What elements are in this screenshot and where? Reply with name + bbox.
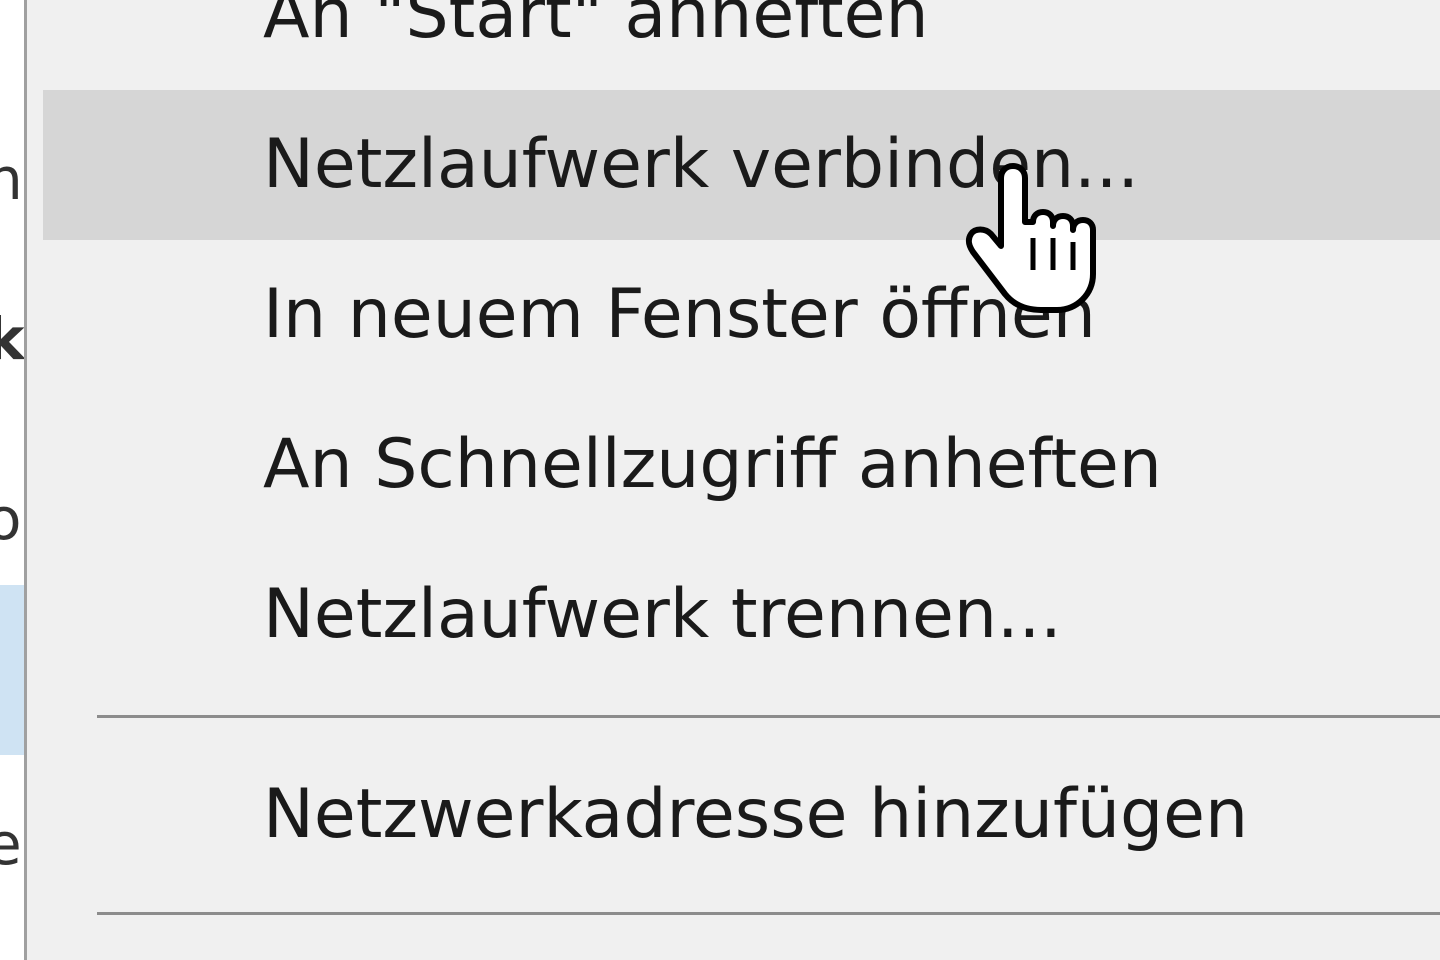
menu-separator [97, 912, 1440, 915]
background-window: ı n k o l e [0, 0, 24, 960]
menu-item-pin-to-quick-access[interactable]: An Schnellzugriff anheften [43, 390, 1440, 540]
screen: ı n k o l e An "Start" anheften Netzlauf… [0, 0, 1440, 960]
background-text-fragment: l [0, 650, 2, 708]
background-text-fragment: n [0, 145, 23, 213]
background-text-fragment: k [0, 305, 24, 373]
menu-item-label: In neuem Fenster öffnen [263, 275, 1096, 354]
menu-separator [97, 715, 1440, 718]
background-text-fragment: ı [0, 0, 2, 58]
menu-item-label: Netzlaufwerk trennen... [263, 575, 1062, 654]
background-text-fragment: e [0, 810, 22, 878]
background-selection [0, 585, 24, 755]
menu-item-label: Netzlaufwerk verbinden... [263, 125, 1139, 204]
menu-item-label: An "Start" anheften [263, 0, 929, 54]
background-text-fragment: o [0, 485, 22, 553]
menu-item-add-network-location[interactable]: Netzwerkadresse hinzufügen [43, 740, 1440, 890]
menu-item-disconnect-network-drive[interactable]: Netzlaufwerk trennen... [43, 540, 1440, 690]
menu-item-pin-to-start[interactable]: An "Start" anheften [43, 0, 1440, 90]
menu-item-label: Netzwerkadresse hinzufügen [263, 775, 1249, 854]
menu-item-open-in-new-window[interactable]: In neuem Fenster öffnen [43, 240, 1440, 390]
menu-item-label: An Schnellzugriff anheften [263, 425, 1162, 504]
menu-item-map-network-drive[interactable]: Netzlaufwerk verbinden... [43, 90, 1440, 240]
context-menu: An "Start" anheften Netzlaufwerk verbind… [24, 0, 1440, 960]
